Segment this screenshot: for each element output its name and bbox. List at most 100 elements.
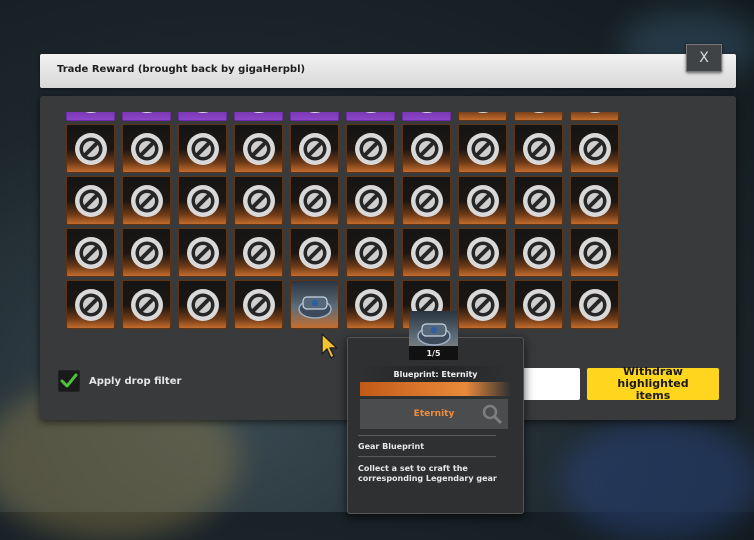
no-entry-icon bbox=[578, 236, 611, 269]
no-entry-icon bbox=[186, 288, 219, 321]
no-entry-icon bbox=[130, 236, 163, 269]
inventory-slot[interactable] bbox=[122, 176, 171, 225]
inventory-slot[interactable] bbox=[458, 280, 507, 329]
inventory-slot[interactable] bbox=[458, 112, 507, 121]
inventory-slot[interactable] bbox=[66, 112, 115, 121]
reward-grid-viewport[interactable] bbox=[66, 112, 626, 352]
no-entry-icon bbox=[298, 184, 331, 217]
no-entry-icon bbox=[186, 184, 219, 217]
no-entry-icon bbox=[578, 288, 611, 321]
no-entry-icon bbox=[354, 132, 387, 165]
inventory-slot[interactable] bbox=[570, 228, 619, 277]
inventory-slot[interactable] bbox=[458, 124, 507, 173]
inventory-slot[interactable] bbox=[178, 176, 227, 225]
no-entry-icon bbox=[186, 236, 219, 269]
inventory-slot[interactable] bbox=[234, 280, 283, 329]
inventory-slot[interactable] bbox=[402, 124, 451, 173]
no-entry-icon bbox=[186, 132, 219, 165]
close-button[interactable]: X bbox=[686, 44, 722, 72]
no-entry-icon bbox=[242, 184, 275, 217]
drop-filter-toggle[interactable]: Apply drop filter bbox=[58, 370, 181, 392]
inventory-slot[interactable] bbox=[570, 112, 619, 121]
no-entry-icon bbox=[310, 112, 319, 113]
inventory-slot[interactable] bbox=[570, 176, 619, 225]
no-entry-icon bbox=[298, 132, 331, 165]
inventory-slot[interactable] bbox=[66, 176, 115, 225]
inventory-slot[interactable] bbox=[178, 124, 227, 173]
no-entry-icon bbox=[422, 112, 431, 113]
inventory-slot[interactable] bbox=[66, 228, 115, 277]
inventory-slot[interactable] bbox=[66, 280, 115, 329]
inventory-slot[interactable] bbox=[234, 124, 283, 173]
no-entry-icon bbox=[534, 112, 543, 113]
inventory-slot[interactable] bbox=[458, 228, 507, 277]
inventory-slot[interactable] bbox=[234, 112, 283, 121]
no-entry-icon bbox=[578, 132, 611, 165]
no-entry-icon bbox=[410, 236, 443, 269]
mouse-cursor-icon bbox=[321, 333, 338, 359]
no-entry-icon bbox=[466, 288, 499, 321]
inventory-slot[interactable] bbox=[458, 176, 507, 225]
tooltip-divider bbox=[358, 435, 496, 436]
inventory-slot[interactable] bbox=[122, 228, 171, 277]
drop-filter-label: Apply drop filter bbox=[89, 375, 182, 387]
no-entry-icon bbox=[354, 288, 387, 321]
inventory-slot[interactable] bbox=[514, 280, 563, 329]
item-description: Collect a set to craft the corresponding… bbox=[358, 464, 497, 483]
no-entry-icon bbox=[298, 236, 331, 269]
inventory-slot[interactable] bbox=[570, 124, 619, 173]
inventory-slot[interactable] bbox=[514, 112, 563, 121]
inventory-slot[interactable] bbox=[234, 228, 283, 277]
checkmark-icon bbox=[60, 373, 78, 388]
inventory-slot[interactable] bbox=[122, 112, 171, 121]
inventory-slot[interactable] bbox=[570, 280, 619, 329]
no-entry-icon bbox=[142, 112, 151, 113]
inventory-slot[interactable] bbox=[402, 228, 451, 277]
inventory-slot[interactable] bbox=[178, 280, 227, 329]
inventory-slot[interactable] bbox=[122, 124, 171, 173]
inventory-slot[interactable] bbox=[346, 176, 395, 225]
tooltip-count: 1/5 bbox=[409, 346, 458, 360]
inventory-slot[interactable] bbox=[66, 124, 115, 173]
dialog-header: Trade Reward (brought back by gigaHerpbl… bbox=[40, 54, 736, 88]
no-entry-icon bbox=[522, 132, 555, 165]
no-entry-icon bbox=[478, 112, 487, 113]
no-entry-icon bbox=[522, 184, 555, 217]
no-entry-icon bbox=[466, 236, 499, 269]
inventory-slot[interactable] bbox=[234, 176, 283, 225]
no-entry-icon bbox=[242, 288, 275, 321]
rarity-banner bbox=[360, 382, 511, 396]
no-entry-icon bbox=[198, 112, 207, 113]
withdraw-button[interactable]: Withdraw highlighted items bbox=[587, 366, 719, 402]
no-entry-icon bbox=[466, 184, 499, 217]
inventory-slot[interactable] bbox=[346, 112, 395, 121]
no-entry-icon bbox=[466, 132, 499, 165]
inventory-slot[interactable] bbox=[346, 280, 395, 329]
inventory-slot[interactable] bbox=[402, 176, 451, 225]
inventory-slot[interactable] bbox=[514, 176, 563, 225]
no-entry-icon bbox=[410, 132, 443, 165]
no-entry-icon bbox=[522, 236, 555, 269]
inventory-slot[interactable] bbox=[290, 112, 339, 121]
inventory-slot[interactable] bbox=[402, 112, 451, 121]
inventory-slot[interactable] bbox=[346, 228, 395, 277]
no-entry-icon bbox=[130, 132, 163, 165]
dialog-title: Trade Reward (brought back by gigaHerpbl… bbox=[57, 64, 306, 75]
item-tooltip: 1/5 Blueprint: Eternity Eternity Gear Bl… bbox=[347, 311, 524, 514]
inventory-slot-item[interactable] bbox=[290, 280, 339, 329]
no-entry-icon bbox=[254, 112, 263, 113]
no-entry-icon bbox=[590, 112, 599, 113]
inventory-slot[interactable] bbox=[514, 228, 563, 277]
inventory-slot[interactable] bbox=[178, 112, 227, 121]
inventory-slot[interactable] bbox=[290, 124, 339, 173]
inventory-slot[interactable] bbox=[290, 176, 339, 225]
inventory-slot[interactable] bbox=[290, 228, 339, 277]
drop-filter-checkbox[interactable] bbox=[58, 370, 80, 392]
inventory-slot[interactable] bbox=[122, 280, 171, 329]
no-entry-icon bbox=[74, 236, 107, 269]
rarity-label: Eternity bbox=[413, 409, 455, 419]
inventory-slot[interactable] bbox=[178, 228, 227, 277]
no-entry-icon bbox=[74, 132, 107, 165]
inventory-slot[interactable] bbox=[514, 124, 563, 173]
inventory-slot[interactable] bbox=[346, 124, 395, 173]
